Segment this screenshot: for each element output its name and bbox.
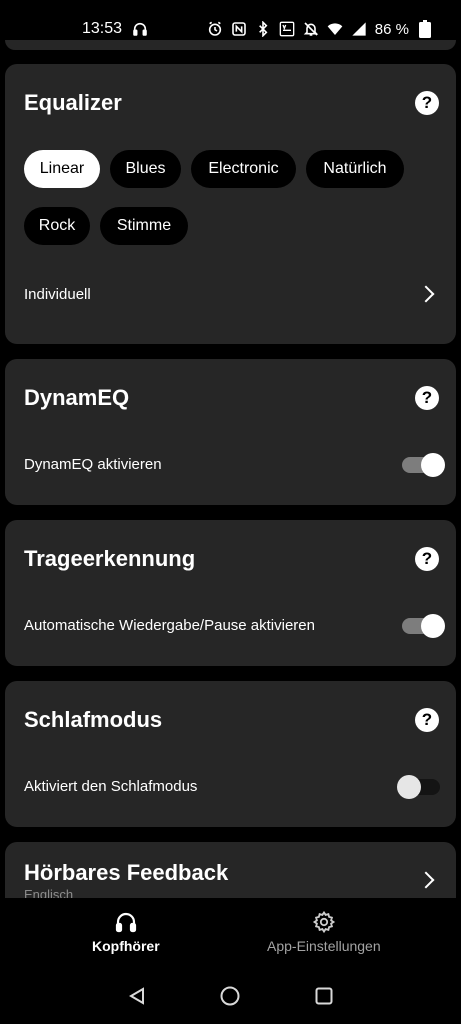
- wear-detection-toggle[interactable]: [402, 614, 445, 638]
- audible-feedback-title: Hörbares Feedback: [24, 860, 229, 885]
- headphones-status-icon: [132, 21, 148, 37]
- mute-bell-icon: [303, 21, 319, 37]
- wear-detection-help-icon[interactable]: ?: [415, 547, 439, 571]
- audible-feedback-card[interactable]: Hörbares Feedback Englisch: [5, 842, 456, 898]
- sleep-mode-toggle[interactable]: [397, 775, 440, 799]
- equalizer-title: Equalizer: [24, 90, 122, 115]
- dynameq-card: DynamEQ ? DynamEQ aktivieren: [5, 359, 456, 505]
- system-nav-bar: [0, 968, 461, 1024]
- eq-preset-natuerlich[interactable]: Natürlich: [306, 150, 404, 188]
- wifi-icon: [327, 21, 343, 37]
- signal-icon: [351, 21, 367, 37]
- equalizer-help-icon[interactable]: ?: [415, 91, 439, 115]
- status-left: 13:53: [82, 20, 148, 38]
- dynameq-title: DynamEQ: [24, 385, 130, 410]
- back-icon[interactable]: [125, 984, 149, 1008]
- bluetooth-icon: [255, 21, 271, 37]
- sleep-mode-help-icon[interactable]: ?: [415, 708, 439, 732]
- dynameq-help-icon[interactable]: ?: [415, 386, 439, 410]
- volte-icon: [279, 21, 295, 37]
- audible-feedback-value: Englisch: [24, 887, 74, 898]
- wear-detection-card: Trageerkennung ? Automatische Wiedergabe…: [5, 520, 456, 666]
- toggle-knob: [397, 775, 421, 799]
- status-time: 13:53: [82, 20, 123, 37]
- wear-detection-title: Trageerkennung: [24, 546, 196, 571]
- headphones-icon: [115, 912, 136, 933]
- toggle-knob: [421, 614, 445, 638]
- home-icon[interactable]: [218, 984, 242, 1008]
- dynameq-toggle-label: DynamEQ aktivieren: [24, 456, 162, 473]
- eq-custom-label[interactable]: Individuell: [24, 286, 91, 303]
- equalizer-card: Equalizer ? Linear Blues Electronic Natü…: [5, 64, 456, 344]
- toggle-knob: [421, 453, 445, 477]
- eq-preset-electronic[interactable]: Electronic: [191, 150, 296, 188]
- sleep-mode-title: Schlafmodus: [24, 707, 163, 732]
- nav-app-settings[interactable]: App-Einstellungen: [267, 910, 381, 954]
- sleep-mode-toggle-label: Aktiviert den Schlafmodus: [24, 778, 198, 795]
- recents-icon[interactable]: [312, 984, 336, 1008]
- eq-preset-blues[interactable]: Blues: [110, 150, 181, 188]
- battery-percent: 86 %: [374, 20, 409, 38]
- alarm-icon: [207, 21, 223, 37]
- eq-preset-stimme[interactable]: Stimme: [100, 207, 188, 245]
- nav-headphones[interactable]: Kopfhörer: [92, 910, 160, 954]
- eq-preset-linear[interactable]: Linear: [24, 150, 100, 188]
- dynameq-toggle[interactable]: [402, 453, 445, 477]
- sleep-mode-card: Schlafmodus ? Aktiviert den Schlafmodus: [5, 681, 456, 827]
- settings-content[interactable]: Equalizer ? Linear Blues Electronic Natü…: [0, 40, 461, 898]
- bottom-nav: Kopfhörer App-Einstellungen: [0, 898, 461, 968]
- status-right: 86 %: [207, 20, 433, 38]
- nfc-icon: [231, 21, 247, 37]
- chevron-right-icon[interactable]: [417, 285, 435, 303]
- wear-detection-toggle-label: Automatische Wiedergabe/Pause aktivieren: [24, 617, 315, 634]
- chevron-right-icon[interactable]: [417, 871, 435, 889]
- nav-app-settings-label: App-Einstellungen: [267, 938, 381, 954]
- eq-preset-rock[interactable]: Rock: [24, 207, 90, 245]
- previous-card-edge: [5, 40, 456, 50]
- battery-icon: [417, 20, 433, 38]
- gear-icon: [312, 910, 335, 934]
- nav-headphones-label: Kopfhörer: [92, 938, 160, 954]
